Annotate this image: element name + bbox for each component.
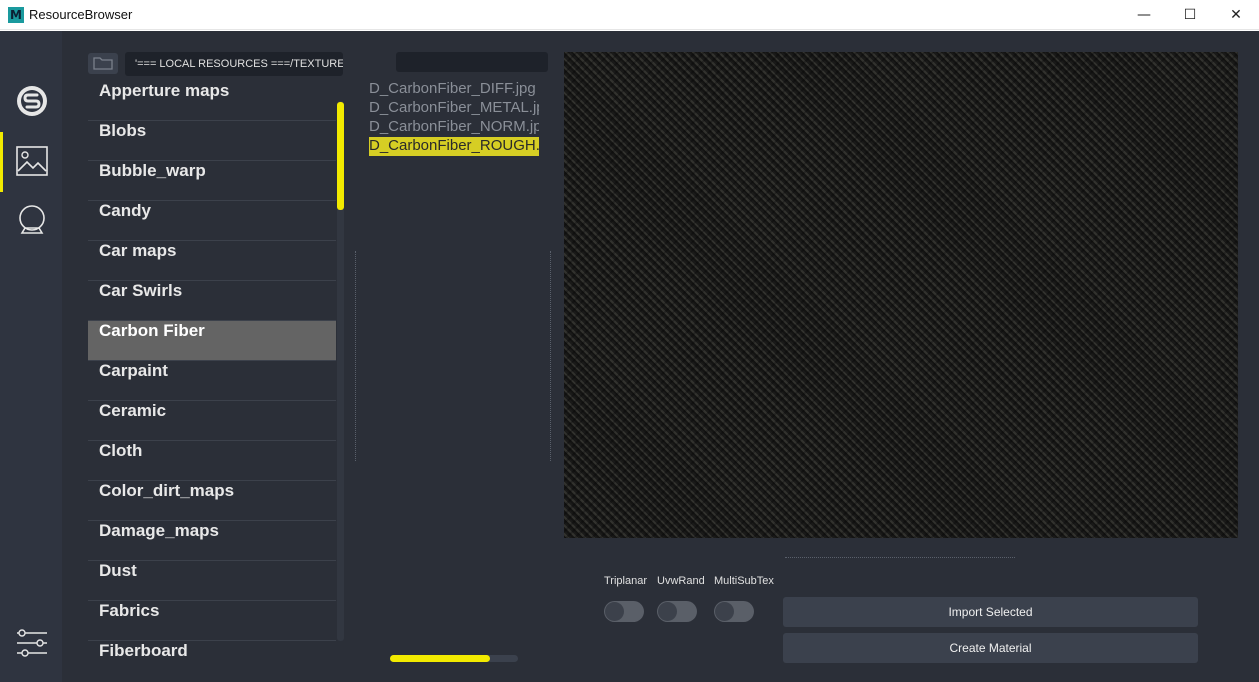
uvwrand-label: UvwRand: [657, 575, 705, 587]
material-ball-icon[interactable]: [14, 203, 50, 239]
category-item[interactable]: Car maps: [88, 241, 336, 281]
triplanar-label: Triplanar: [604, 575, 647, 587]
file-item[interactable]: D_CarbonFiber_NORM.jpg: [369, 118, 539, 137]
import-selected-button[interactable]: Import Selected: [783, 597, 1198, 627]
category-item[interactable]: Carbon Fiber: [88, 321, 336, 361]
progress-bar-fill: [390, 655, 490, 662]
uvwrand-toggle[interactable]: [657, 601, 697, 622]
category-item[interactable]: Cloth: [88, 441, 336, 481]
column-divider[interactable]: [355, 251, 356, 461]
category-item[interactable]: Bubble_warp: [88, 161, 336, 201]
preview-resize-handle[interactable]: [785, 557, 1015, 558]
title-bar: M ResourceBrowser — ☐ ✕: [0, 0, 1259, 30]
category-item[interactable]: Color_dirt_maps: [88, 481, 336, 521]
resource-path-field[interactable]: '=== LOCAL RESOURCES ===/TEXTURE: [125, 52, 343, 76]
triplanar-toggle[interactable]: [604, 601, 644, 622]
category-item[interactable]: Dust: [88, 561, 336, 601]
progress-bar: [390, 655, 518, 662]
folder-icon: [93, 57, 113, 70]
toggle-knob: [715, 602, 734, 621]
resource-browser-panel: '=== LOCAL RESOURCES ===/TEXTURE Appertu…: [0, 31, 1259, 682]
category-list: Apperture maps Blobs Bubble_warp Candy Car m…: [88, 81, 336, 665]
window-title: ResourceBrowser: [29, 7, 133, 22]
category-item[interactable]: Ceramic: [88, 401, 336, 441]
substance-logo-icon[interactable]: [14, 83, 50, 119]
multisubtex-label: MultiSubTex: [714, 575, 774, 587]
toggle-knob: [605, 602, 624, 621]
category-item[interactable]: Fabrics: [88, 601, 336, 641]
close-button[interactable]: ✕: [1213, 0, 1259, 30]
file-filter-input[interactable]: [396, 52, 548, 72]
category-item[interactable]: Car Swirls: [88, 281, 336, 321]
maximize-button[interactable]: ☐: [1167, 0, 1213, 30]
category-item[interactable]: Damage_maps: [88, 521, 336, 561]
create-material-button[interactable]: Create Material: [783, 633, 1198, 663]
toggle-knob: [658, 602, 677, 621]
category-item[interactable]: Blobs: [88, 121, 336, 161]
multisubtex-toggle[interactable]: [714, 601, 754, 622]
category-item[interactable]: Carpaint: [88, 361, 336, 401]
active-tab-indicator: [0, 132, 3, 192]
category-item[interactable]: Fiberboard: [88, 641, 336, 665]
texture-preview: [564, 52, 1238, 538]
file-item[interactable]: D_CarbonFiber_METAL.jpg: [369, 99, 539, 118]
category-item[interactable]: Apperture maps: [88, 81, 336, 121]
file-list: D_CarbonFiber_DIFF.jpg D_CarbonFiber_META…: [369, 80, 539, 220]
category-scrollbar-thumb[interactable]: [337, 102, 344, 210]
side-rail: [0, 31, 62, 682]
open-folder-button[interactable]: [88, 53, 118, 74]
sliders-icon[interactable]: [14, 625, 50, 661]
file-item[interactable]: D_CarbonFiber_ROUGH.jpg: [369, 137, 539, 156]
image-icon[interactable]: [14, 143, 50, 179]
file-item[interactable]: D_CarbonFiber_DIFF.jpg: [369, 80, 539, 99]
minimize-button[interactable]: —: [1121, 0, 1167, 30]
column-divider[interactable]: [550, 251, 551, 461]
app-logo-icon: M: [8, 7, 24, 23]
category-item[interactable]: Candy: [88, 201, 336, 241]
